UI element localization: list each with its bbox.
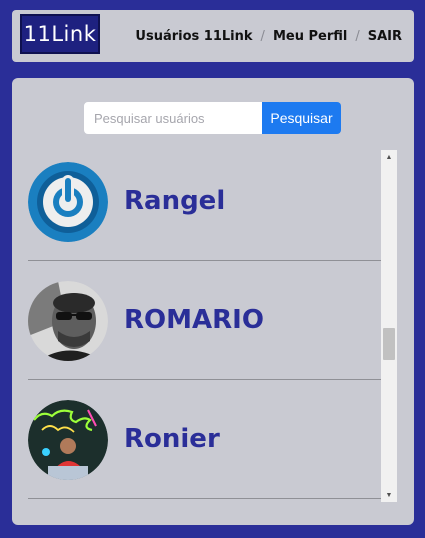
user-name[interactable]: Rangel [124,150,225,261]
nav-link-logout[interactable]: SAIR [368,29,402,44]
search-bar: Pesquisar [84,102,341,134]
scroll-up-arrow-icon[interactable]: ▲ [381,150,397,164]
nav-link-profile[interactable]: Meu Perfil [273,29,347,44]
scroll-down-arrow-icon[interactable]: ▼ [381,488,397,502]
user-name[interactable]: ROMARIO [124,261,264,380]
user-row[interactable]: Ronier [28,380,381,499]
user-avatar[interactable] [28,400,108,480]
top-navbar: 11Link Usuários 11Link / Meu Perfil / SA… [12,10,414,62]
nav-links: Usuários 11Link / Meu Perfil / SAIR [135,10,402,62]
scrollbar-thumb[interactable] [383,328,395,360]
user-row[interactable]: Rangel [28,150,381,261]
nav-separator: / [355,28,360,44]
app-logo[interactable]: 11Link [20,14,100,54]
user-name[interactable]: Ronier [124,380,220,499]
search-input[interactable] [84,102,262,134]
user-avatar[interactable] [28,162,108,242]
users-panel: Pesquisar Rangel ROMARIO [12,78,414,525]
nav-separator: / [260,28,265,44]
user-avatar[interactable] [28,281,108,361]
user-list[interactable]: Rangel ROMARIO Ronier ▲ ▼ [28,150,397,502]
search-button[interactable]: Pesquisar [262,102,341,134]
scrollbar[interactable]: ▲ ▼ [381,150,397,502]
user-row[interactable]: ROMARIO [28,261,381,380]
nav-link-users[interactable]: Usuários 11Link [135,29,252,44]
